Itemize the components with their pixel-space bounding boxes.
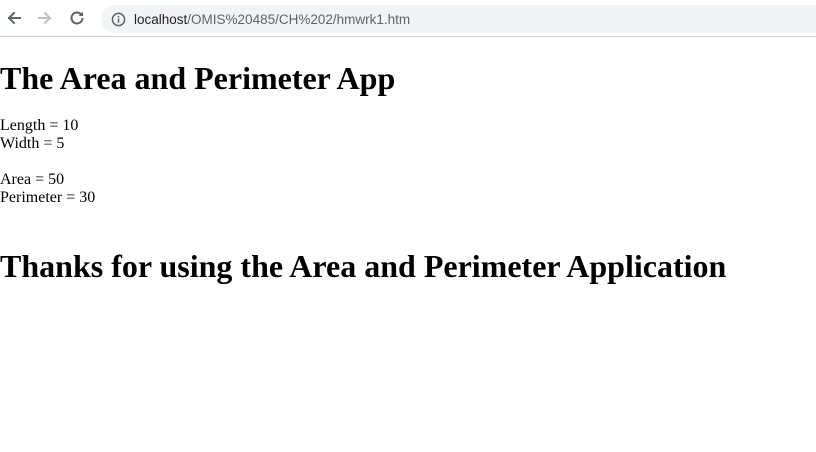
url-host: localhost: [134, 11, 188, 27]
url-path: /OMIS%20485/CH%202/hmwrk1.htm: [187, 11, 411, 27]
back-button[interactable]: [1, 5, 27, 31]
arrow-left-icon: [7, 11, 21, 25]
browser-toolbar: localhost/OMIS%20485/CH%202/hmwrk1.htm: [0, 0, 816, 37]
width-text: Width = 5: [0, 135, 65, 152]
length-text: Length = 10: [0, 117, 79, 134]
reload-button[interactable]: [64, 5, 90, 31]
perimeter-text: Perimeter = 30: [0, 189, 96, 206]
thanks-heading: Thanks for using the Area and Perimeter …: [0, 248, 727, 284]
info-icon[interactable]: [110, 11, 126, 27]
area-text: Area = 50: [0, 171, 65, 188]
arrow-right-icon: [38, 11, 52, 25]
page-title: The Area and Perimeter App: [0, 60, 396, 96]
url-text[interactable]: localhost/OMIS%20485/CH%202/hmwrk1.htm: [134, 12, 410, 27]
forward-button[interactable]: [32, 5, 58, 31]
address-bar[interactable]: localhost/OMIS%20485/CH%202/hmwrk1.htm: [101, 5, 816, 33]
reload-icon: [70, 11, 84, 25]
